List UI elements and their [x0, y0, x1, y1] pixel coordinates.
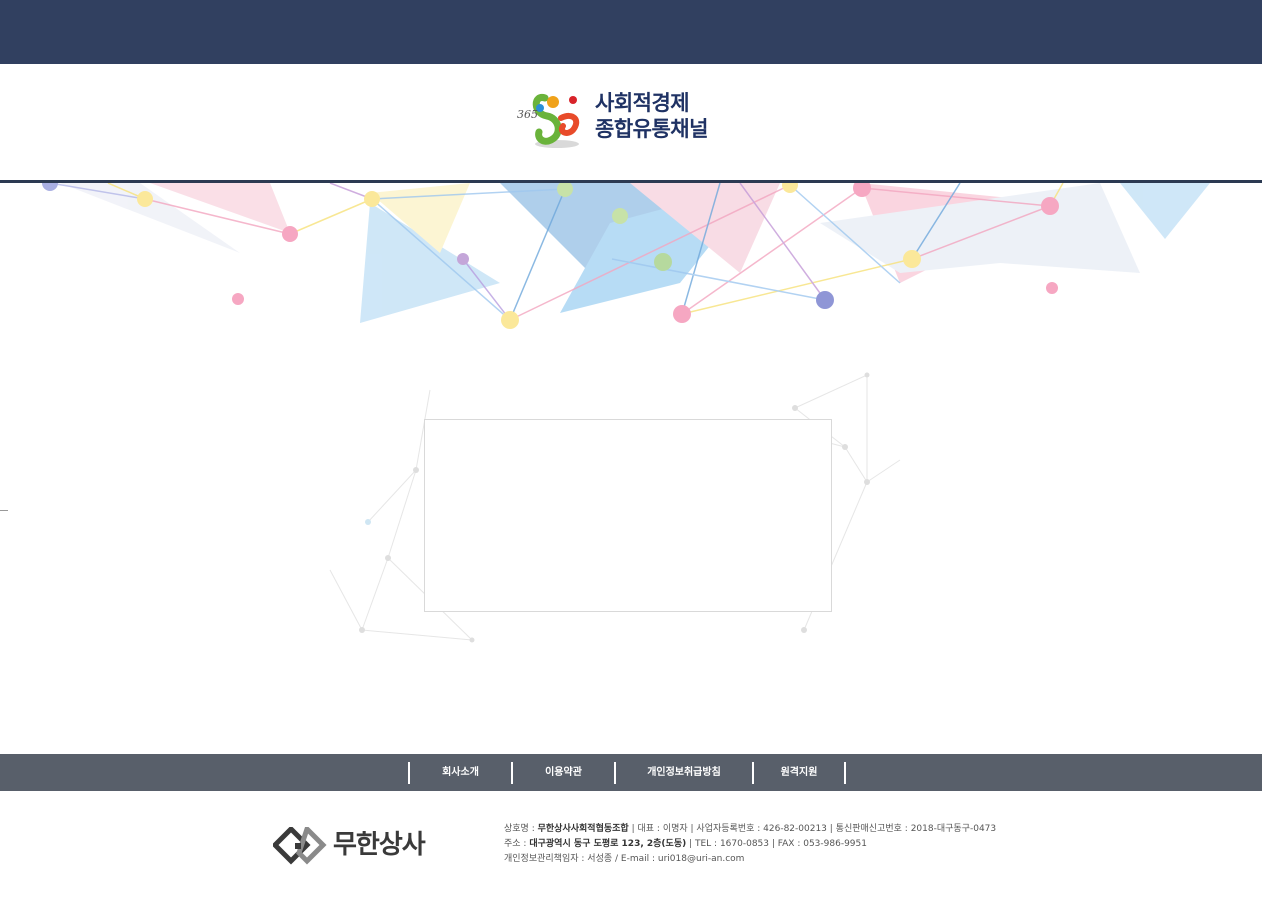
company-name-label: 상호명 :: [504, 824, 535, 834]
network-node: [792, 405, 798, 411]
top-bar: [0, 0, 1262, 64]
logo-mark-text: 365: [517, 108, 538, 121]
network-line: [794, 374, 868, 409]
company-info-line-2: 주소 : 대구광역시 동구 도평로 123, 2층(도동) | TEL : 16…: [504, 837, 1064, 852]
left-edge-marker: [0, 510, 8, 511]
fax-value: 053-986-9951: [803, 839, 867, 849]
email-value: uri018@uri-an.com: [657, 854, 745, 864]
tel-value: 1670-0853: [719, 839, 770, 849]
network-node: [385, 555, 391, 561]
nav-item-terms[interactable]: 이용약관: [513, 762, 616, 784]
company-diamond-icon: [273, 827, 327, 865]
network-line: [387, 469, 417, 559]
company-logo-text: 무한상사: [333, 830, 426, 860]
privacy-officer-label: 개인정보관리책임자 :: [504, 854, 585, 864]
nav-item-company-intro[interactable]: 회사소개: [410, 762, 513, 784]
address-value: 대구광역시 동구 도평로 123, 2층(도동): [529, 839, 687, 849]
mail-order-label: | 통신판매신고번호 :: [829, 824, 908, 834]
banner-dot: [673, 305, 691, 323]
content-box: [424, 419, 832, 612]
ceo-label: | 대표 :: [631, 824, 660, 834]
banner-dot: [137, 191, 153, 207]
company-info: 상호명 : 무한상사사회적협동조합 | 대표 : 이명자 | 사업자등록번호 :…: [504, 822, 1064, 867]
nav-item-remote-support[interactable]: 원격지원: [754, 762, 846, 784]
banner-dot: [42, 183, 58, 191]
address-label: 주소 :: [504, 839, 527, 849]
banner-dot: [457, 253, 469, 265]
network-line: [367, 469, 417, 523]
banner-dot: [782, 183, 798, 193]
mail-order-value: 2018-대구동구-0473: [910, 824, 997, 834]
business-number-value: 426-82-00213: [763, 824, 827, 834]
network-node: [469, 637, 475, 643]
network-node: [842, 444, 848, 450]
company-info-line-1: 상호명 : 무한상사사회적협동조합 | 대표 : 이명자 | 사업자등록번호 :…: [504, 822, 1064, 837]
business-number-label: | 사업자등록번호 :: [690, 824, 761, 834]
banner-dot: [1041, 197, 1059, 215]
logo-mark-icon: 365: [517, 94, 580, 148]
network-line: [844, 446, 868, 483]
decorative-banner: [42, 183, 1210, 329]
network-node: [359, 627, 365, 633]
banner-dot: [816, 291, 834, 309]
privacy-officer-value: 서성종: [587, 854, 613, 864]
network-node: [365, 519, 371, 525]
site-logo[interactable]: 365 사회적경제 종합유통채널: [515, 88, 730, 150]
banner-dot: [282, 226, 298, 242]
banner-shape: [1120, 183, 1210, 239]
email-label: / E-mail :: [615, 854, 656, 864]
tel-label: | TEL :: [689, 839, 718, 849]
logo-line-2: 종합유통채널: [595, 117, 708, 141]
network-node: [864, 372, 870, 378]
logo-line-1: 사회적경제: [595, 91, 690, 115]
network-line: [361, 629, 473, 641]
banner-dot: [612, 208, 628, 224]
network-line: [361, 557, 389, 631]
ceo-value: 이명자: [662, 824, 688, 834]
company-name-value: 무한상사사회적협동조합: [537, 824, 629, 834]
footer-nav-list: 회사소개 이용약관 개인정보취급방침 원격지원: [408, 762, 846, 784]
banner-dot: [232, 293, 244, 305]
banner-dot: [364, 191, 380, 207]
nav-item-privacy-policy[interactable]: 개인정보취급방침: [616, 762, 754, 784]
company-info-line-3: 개인정보관리책임자 : 서성종 / E-mail : uri018@uri-an…: [504, 852, 1064, 867]
banner-line: [289, 198, 373, 235]
logo-title: 사회적경제 종합유통채널: [595, 90, 735, 142]
banner-line: [681, 258, 913, 315]
banner-dot: [1046, 282, 1058, 294]
network-node: [801, 627, 807, 633]
fax-label: | FAX :: [771, 839, 801, 849]
banner-dot: [903, 250, 921, 268]
network-node: [864, 479, 870, 485]
banner-dot: [501, 311, 519, 329]
company-logo: 무한상사: [273, 827, 453, 865]
network-node: [413, 467, 419, 473]
network-line: [866, 459, 901, 483]
footer-nav: 회사소개 이용약관 개인정보취급방침 원격지원: [0, 754, 1262, 791]
banner-dot: [654, 253, 672, 271]
network-line: [329, 569, 363, 631]
